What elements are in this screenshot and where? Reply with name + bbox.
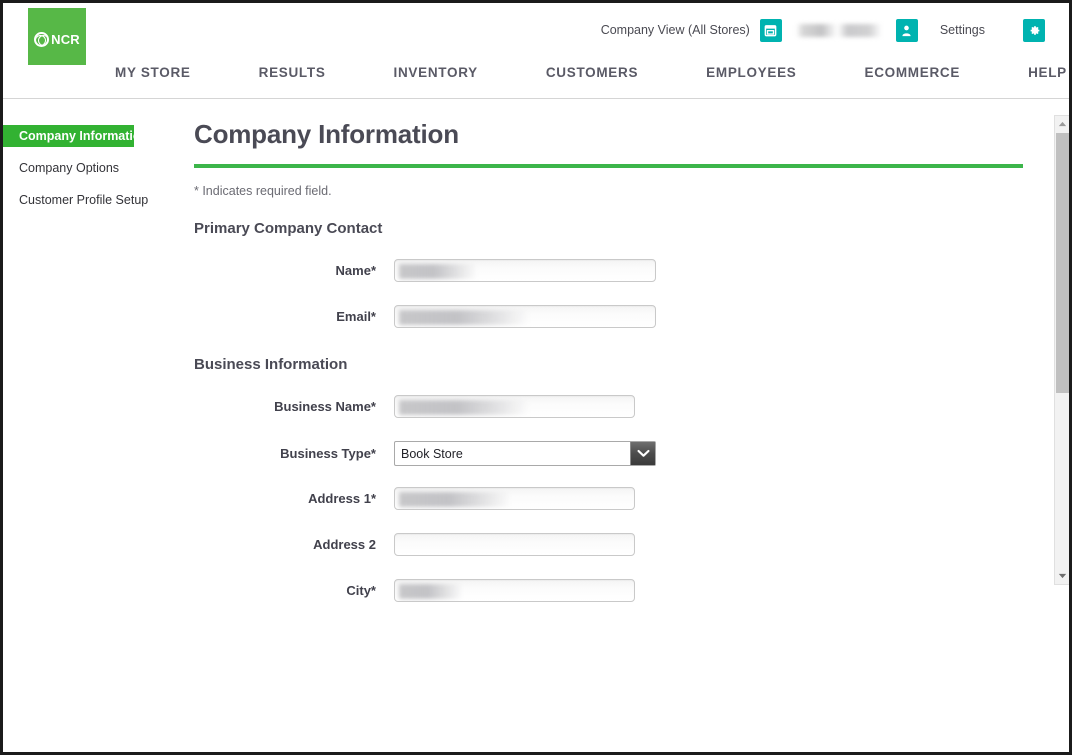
label-name: Name*: [335, 263, 376, 278]
gear-icon[interactable]: [1023, 18, 1045, 42]
sidebar-item-company-options[interactable]: Company Options: [3, 157, 188, 179]
logo-text: NCR: [51, 32, 80, 47]
nav-item-customers[interactable]: CUSTOMERS: [546, 65, 638, 80]
name-redacted-value: [399, 264, 477, 279]
nav-item-employees[interactable]: EMPLOYEES: [706, 65, 796, 80]
business-name-input[interactable]: [394, 395, 635, 418]
logo-content: NCR: [34, 32, 80, 47]
email-input[interactable]: [394, 305, 656, 328]
main-navigation: MY STORE RESULTS INVENTORY CUSTOMERS EMP…: [3, 65, 1069, 102]
section-heading-primary-company-contact: Primary Company Contact: [194, 220, 383, 237]
nav-item-my-store[interactable]: MY STORE: [115, 65, 191, 80]
form-content: * Indicates required field. Primary Comp…: [194, 184, 1000, 654]
form-row-email: Email*: [194, 305, 996, 328]
address-1-input[interactable]: [394, 487, 635, 510]
form-row-address-2: Address 2: [194, 533, 996, 556]
label-email: Email*: [336, 309, 376, 324]
sidebar-item-customer-profile-setup[interactable]: Customer Profile Setup: [3, 189, 188, 211]
sidebar: Company Information Company Options Cust…: [3, 99, 188, 748]
triangle-down-icon[interactable]: [1055, 568, 1069, 584]
settings-label[interactable]: Settings: [940, 23, 985, 37]
ncr-logo[interactable]: NCR: [28, 8, 86, 71]
top-right-controls: Company View (All Stores) Settings: [423, 13, 1069, 47]
chevron-down-icon[interactable]: [630, 442, 655, 465]
nav-item-inventory[interactable]: INVENTORY: [394, 65, 478, 80]
business-name-redacted-value: [399, 400, 529, 415]
label-address-1: Address 1*: [308, 491, 376, 506]
body-area: Company Information Company Options Cust…: [3, 99, 1069, 748]
nav-item-results[interactable]: RESULTS: [259, 65, 326, 80]
top-bar: NCR Company View (All Stores) Settings: [3, 3, 1069, 71]
label-address-2: Address 2: [313, 537, 376, 552]
page-title: Company Information: [194, 119, 459, 149]
title-underline: [194, 164, 1023, 168]
required-field-note: * Indicates required field.: [194, 184, 332, 198]
nav-item-ecommerce[interactable]: ECOMMERCE: [865, 65, 961, 80]
address-1-redacted-value: [399, 492, 511, 507]
business-type-select[interactable]: Book Store: [394, 441, 656, 466]
user-icon[interactable]: [895, 18, 918, 42]
label-city: City*: [346, 583, 376, 598]
email-redacted-value: [399, 310, 529, 325]
nav-item-help[interactable]: HELP: [1028, 65, 1067, 80]
form-scroll-region[interactable]: * Indicates required field. Primary Comp…: [194, 184, 1023, 654]
company-view-label: Company View (All Stores): [600, 23, 750, 37]
scrollbar-thumb[interactable]: [1056, 133, 1069, 393]
sidebar-item-company-information[interactable]: Company Information: [3, 125, 148, 147]
address-2-input[interactable]: [394, 533, 635, 556]
form-row-name: Name*: [194, 259, 996, 282]
app-window: NCR Company View (All Stores) Settings M…: [0, 0, 1072, 755]
form-row-city: City*: [194, 579, 996, 602]
user-name-redacted: [795, 23, 882, 37]
section-heading-business-information: Business Information: [194, 356, 348, 373]
store-icon[interactable]: [759, 18, 782, 42]
name-input[interactable]: [394, 259, 656, 282]
form-row-business-name: Business Name*: [194, 395, 996, 418]
city-input[interactable]: [394, 579, 635, 602]
ncr-circles-icon: [34, 32, 50, 47]
form-row-address-1: Address 1*: [194, 487, 996, 510]
content-panel: Company Information * Indicates required…: [188, 99, 1069, 748]
form-row-business-type: Business Type* Book Store: [194, 441, 996, 466]
triangle-up-icon[interactable]: [1055, 116, 1069, 132]
vertical-scrollbar[interactable]: [1054, 115, 1069, 585]
label-business-name: Business Name*: [274, 399, 376, 414]
label-business-type: Business Type*: [280, 446, 376, 461]
city-redacted-value: [399, 584, 463, 599]
business-type-selected-value: Book Store: [401, 446, 463, 461]
